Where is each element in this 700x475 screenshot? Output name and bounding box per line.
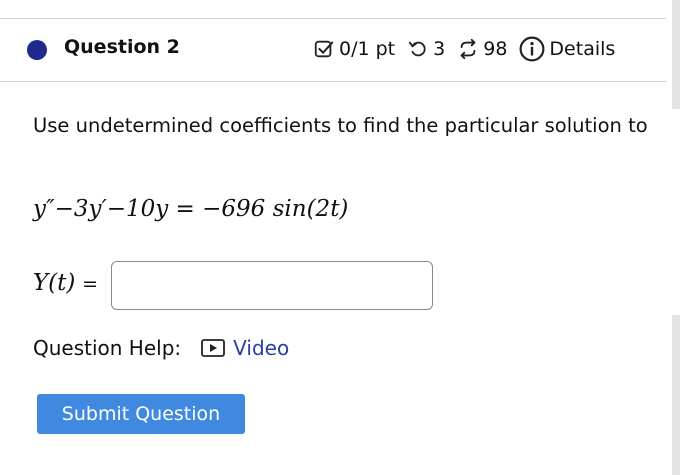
attempts-count: 3: [433, 38, 446, 60]
video-help-link[interactable]: Video: [201, 336, 289, 360]
attempts-indicator: 3: [407, 38, 445, 60]
header-divider: [0, 81, 666, 82]
score-indicator: 0/1 pt: [313, 38, 395, 60]
top-divider: [0, 18, 666, 19]
differential-equation: y″−3y′−10y = −696 sin(2t): [33, 196, 349, 222]
details-label: Details: [549, 38, 616, 60]
undo-icon: [408, 41, 426, 57]
retries-count: 98: [483, 38, 508, 60]
help-label: Question Help:: [33, 336, 182, 360]
question-title: Question 2: [64, 36, 180, 58]
question-status-dot: [27, 40, 47, 60]
info-icon: [519, 36, 545, 62]
checkbox-icon: [314, 40, 334, 58]
answer-equals: =: [82, 273, 98, 295]
answer-input[interactable]: [111, 261, 433, 310]
retries-indicator: 98: [457, 38, 507, 60]
video-play-icon: [201, 339, 226, 357]
answer-variable: Y(t): [33, 270, 76, 296]
question-prompt: Use undetermined coefficients to find th…: [33, 114, 648, 137]
question-meta-bar: 0/1 pt 3 98 Details: [313, 36, 615, 62]
video-help-label: Video: [233, 336, 290, 360]
retry-icon: [460, 38, 476, 60]
answer-label: Y(t) =: [33, 270, 98, 296]
question-help: Question Help: Video: [33, 336, 289, 360]
submit-question-button[interactable]: Submit Question: [37, 394, 245, 434]
question-page: Question 2 0/1 pt 3 98 Details Use undet…: [0, 0, 700, 475]
details-toggle[interactable]: Details: [519, 36, 615, 62]
score-text: 0/1 pt: [339, 38, 396, 60]
